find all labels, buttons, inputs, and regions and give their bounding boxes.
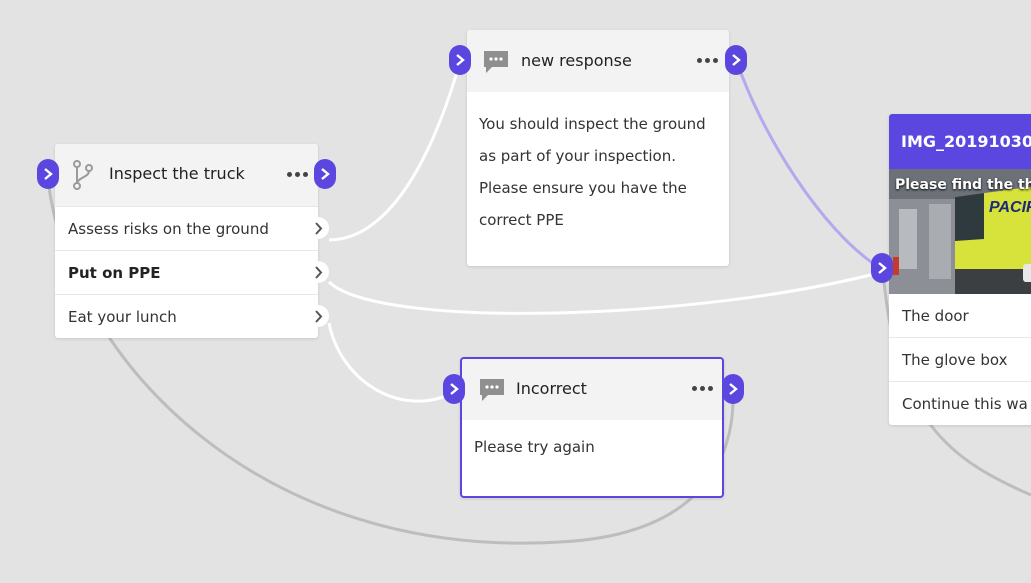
branch-node-inspect-the-truck[interactable]: Inspect the truck Assess risks on the gr… xyxy=(55,144,329,338)
option-label: Continue this wa xyxy=(902,394,1028,413)
option-row[interactable]: Put on PPE xyxy=(55,250,329,294)
image-caption: Please find the thin xyxy=(895,177,1031,193)
option-output-handle[interactable] xyxy=(307,305,329,327)
chevron-right-icon xyxy=(732,54,741,66)
new-response-input-handle[interactable] xyxy=(449,45,471,75)
option-row[interactable]: The door xyxy=(889,294,1031,337)
more-icon xyxy=(697,58,702,63)
option-row[interactable]: Continue this wa xyxy=(889,381,1031,425)
incorrect-input-handle[interactable] xyxy=(443,374,465,404)
node-title: new response xyxy=(521,51,632,70)
message-text: Please try again xyxy=(474,438,595,456)
chevron-right-icon xyxy=(314,309,322,323)
chevron-right-icon xyxy=(321,168,330,180)
more-icon xyxy=(287,172,292,177)
option-label: The door xyxy=(902,306,969,325)
node-header: Incorrect xyxy=(462,359,722,420)
branch-icon xyxy=(73,160,93,190)
image-input-handle[interactable] xyxy=(871,253,893,283)
image-node-title: IMG_20191030_ xyxy=(889,114,1031,169)
node-header: new response xyxy=(467,30,729,92)
more-icon xyxy=(692,386,697,391)
edge-lunch-to-incorrect xyxy=(327,322,456,403)
branch-output-handle[interactable] xyxy=(314,159,336,189)
option-label: Eat your lunch xyxy=(68,307,177,326)
node-header: Inspect the truck xyxy=(55,144,318,206)
more-options-button[interactable] xyxy=(688,382,717,395)
chevron-right-icon xyxy=(729,383,738,395)
chevron-right-icon xyxy=(314,221,322,235)
chat-icon xyxy=(484,51,508,73)
option-row[interactable]: Eat your lunch xyxy=(55,294,329,338)
more-options-button[interactable] xyxy=(693,54,722,67)
photo-brand-text: PACIF xyxy=(989,199,1031,216)
node-title: Inspect the truck xyxy=(109,164,245,183)
edge-assess-to-new-response xyxy=(328,61,462,242)
option-label: Assess risks on the ground xyxy=(68,219,269,238)
chevron-right-icon xyxy=(450,383,459,395)
new-response-output-handle[interactable] xyxy=(725,45,747,75)
option-output-handle[interactable] xyxy=(307,261,329,283)
message-text: You should inspect the ground as part of… xyxy=(467,92,729,252)
message-node-new-response[interactable]: new response You should inspect the grou… xyxy=(467,30,729,266)
edge-ppe-to-image xyxy=(327,270,883,315)
chat-icon xyxy=(480,379,504,401)
option-label: Put on PPE xyxy=(68,263,161,282)
message-node-incorrect[interactable]: Incorrect Please try again xyxy=(460,357,724,498)
option-row[interactable]: Assess risks on the ground xyxy=(55,206,329,250)
chevron-right-icon xyxy=(456,54,465,66)
message-line: correct PPE xyxy=(479,211,564,229)
option-row[interactable]: The glove box xyxy=(889,337,1031,381)
node-title: Incorrect xyxy=(516,379,587,398)
message-line: as part of your inspection. xyxy=(479,147,677,165)
option-output-handle[interactable] xyxy=(307,217,329,239)
more-options-button[interactable] xyxy=(283,168,312,181)
chevron-right-icon xyxy=(878,262,887,274)
incorrect-output-handle[interactable] xyxy=(722,374,744,404)
truck-photo: PACIF Please find the thin xyxy=(889,169,1031,294)
edge-new-response-to-image xyxy=(735,61,881,270)
message-line: You should inspect the ground xyxy=(479,115,706,133)
image-node[interactable]: IMG_20191030_ PACIF Please find the thin… xyxy=(889,114,1031,425)
chevron-right-icon xyxy=(44,168,53,180)
message-line: Please ensure you have the xyxy=(479,179,687,197)
branch-input-handle[interactable] xyxy=(37,159,59,189)
chevron-right-icon xyxy=(314,265,322,279)
option-label: The glove box xyxy=(902,350,1008,369)
